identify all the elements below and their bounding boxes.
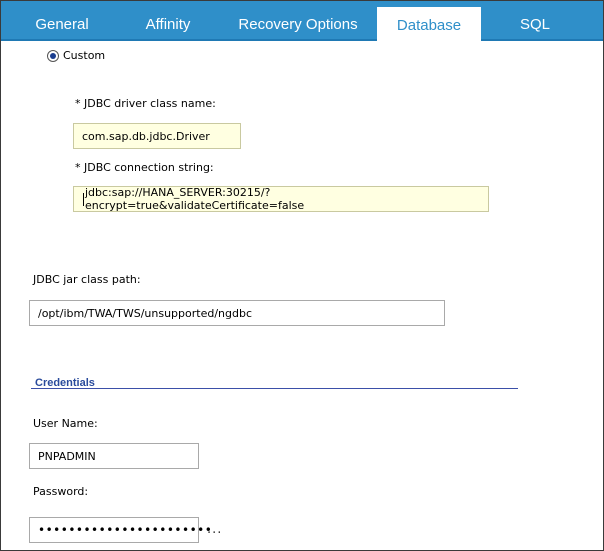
database-panel: Custom * JDBC driver class name: com.sap…	[1, 43, 603, 550]
password-more-button[interactable]: ...	[207, 522, 222, 537]
text-caret	[83, 192, 84, 206]
custom-label: Custom	[63, 49, 106, 62]
jdbc-driver-label: * JDBC driver class name:	[75, 97, 216, 110]
password-label: Password:	[33, 485, 89, 498]
jdbc-connection-label: * JDBC connection string:	[75, 161, 214, 174]
tab-bar: General Affinity Recovery Options Databa…	[1, 1, 603, 43]
password-field[interactable]: •••••••••••••••••••••••	[29, 517, 212, 543]
jdbc-driver-field[interactable]: com.sap.db.jdbc.Driver	[73, 123, 241, 149]
jar-path-value: /opt/ibm/TWA/TWS/unsupported/ngdbc	[38, 306, 253, 320]
dialog-frame: General Affinity Recovery Options Databa…	[0, 0, 604, 551]
tab-sql[interactable]: SQL	[481, 7, 589, 41]
custom-radio[interactable]	[47, 49, 59, 62]
username-label: User Name:	[33, 417, 98, 430]
username-field[interactable]: PNPADMIN	[29, 443, 199, 469]
tab-database[interactable]: Database	[377, 7, 481, 43]
jdbc-connection-value: jdbc:sap://HANA_SERVER:30215/?encrypt=tr…	[84, 186, 305, 212]
tab-affinity[interactable]: Affinity	[123, 7, 213, 41]
password-value: •••••••••••••••••••••••	[38, 523, 213, 537]
custom-option[interactable]: Custom	[47, 49, 105, 62]
jar-path-field[interactable]: /opt/ibm/TWA/TWS/unsupported/ngdbc	[29, 300, 445, 326]
radio-selected-dot	[50, 52, 56, 59]
jdbc-driver-value: com.sap.db.jdbc.Driver	[82, 129, 210, 143]
credentials-divider	[31, 388, 518, 389]
tab-general[interactable]: General	[1, 7, 123, 41]
jar-path-label: JDBC jar class path:	[33, 273, 141, 286]
jdbc-connection-field[interactable]: jdbc:sap://HANA_SERVER:30215/?encrypt=tr…	[73, 186, 489, 212]
username-value: PNPADMIN	[38, 449, 96, 463]
tab-recovery-options[interactable]: Recovery Options	[215, 7, 381, 41]
